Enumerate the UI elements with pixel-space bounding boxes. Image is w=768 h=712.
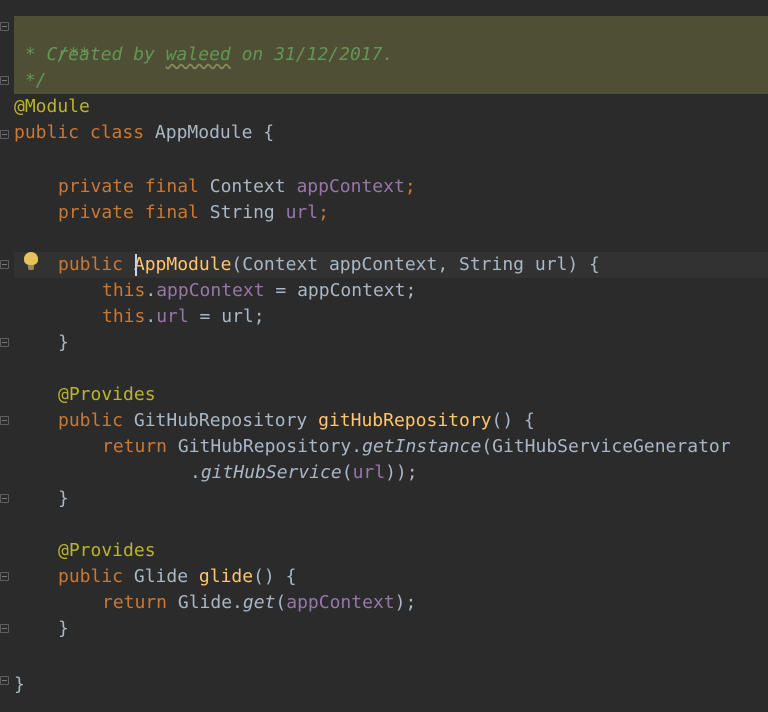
- module-annotation: @Module: [14, 96, 90, 117]
- code-line: return Glide.get(appContext);: [102, 590, 416, 616]
- code-line: }: [58, 486, 69, 512]
- close-brace: }: [58, 488, 69, 509]
- close-brace: }: [58, 332, 69, 353]
- field-name: url: [285, 202, 319, 223]
- provides-annotation: @Provides: [58, 384, 156, 405]
- provides-annotation: @Provides: [58, 540, 156, 561]
- editor-gutter: [0, 0, 12, 712]
- this-keyword: this: [102, 306, 146, 327]
- doc-comment-suffix: on 31/12/2017.: [230, 44, 394, 65]
- fold-marker-icon[interactable]: [0, 624, 9, 633]
- return-object: Glide.: [167, 592, 243, 613]
- open-paren: (: [275, 592, 287, 613]
- code-line: }: [58, 616, 69, 642]
- return-keyword: return: [102, 436, 168, 457]
- static-call: gitHubService: [200, 462, 342, 483]
- code-line: private final String url;: [58, 200, 329, 226]
- assignment: = url;: [188, 306, 265, 327]
- field-type: Context: [198, 176, 297, 197]
- code-line: */: [14, 68, 47, 94]
- method-sig-end: () {: [491, 410, 535, 431]
- code-line: @Provides: [58, 382, 156, 408]
- code-line: }: [14, 672, 25, 698]
- fold-marker-icon[interactable]: [0, 416, 9, 425]
- call-end: );: [394, 592, 417, 613]
- fold-marker-icon[interactable]: [0, 676, 9, 685]
- open-paren: (: [341, 462, 353, 483]
- close-brace: }: [58, 618, 69, 639]
- code-line: public AppModule(Context appContext, Str…: [58, 252, 600, 278]
- field-modifiers: private final: [58, 176, 199, 197]
- semicolon: ;: [404, 176, 416, 197]
- doc-comment-author: waleed: [165, 44, 231, 65]
- code-line: @Module: [14, 94, 90, 120]
- method-modifier: public: [58, 410, 124, 431]
- code-editor[interactable]: /** * Created by waleed on 31/12/2017. *…: [0, 0, 768, 712]
- text-caret: [135, 254, 137, 276]
- field-name: appContext: [296, 176, 405, 197]
- method-sig-end: () {: [253, 566, 297, 587]
- class-open-brace: {: [252, 122, 275, 143]
- call-args: (GitHubServiceGenerator: [481, 436, 731, 457]
- code-line: this.appContext = appContext;: [102, 280, 417, 301]
- this-keyword: this: [102, 280, 146, 301]
- return-type: Glide: [123, 566, 199, 587]
- doc-comment-prefix: * Created by: [14, 44, 166, 65]
- code-line: return GitHubRepository.getInstance(GitH…: [102, 434, 731, 460]
- constructor-params: (Context appContext, String url) {: [231, 254, 600, 275]
- return-type: GitHubRepository: [123, 410, 319, 431]
- class-keywords: public class: [14, 122, 145, 143]
- code-line: private final Context appContext;: [58, 174, 416, 200]
- code-line: public GitHubRepository gitHubRepository…: [58, 408, 535, 434]
- lightbulb-icon[interactable]: [24, 252, 38, 270]
- code-line: public class AppModule {: [14, 120, 274, 146]
- field-type: String: [198, 202, 286, 223]
- fold-marker-icon[interactable]: [0, 260, 9, 269]
- code-line: * Created by waleed on 31/12/2017.: [14, 42, 393, 68]
- return-keyword: return: [102, 592, 168, 613]
- constructor-modifier: public: [58, 254, 124, 275]
- return-object: GitHubRepository.: [167, 436, 363, 457]
- field-ref: url: [352, 462, 386, 483]
- field-ref: url: [156, 306, 189, 327]
- code-line: .gitHubService(url));: [190, 460, 418, 486]
- fold-marker-icon[interactable]: [0, 22, 9, 31]
- field-ref: appContext: [156, 280, 265, 301]
- code-line: /**: [14, 16, 90, 65]
- code-line: this.url = url;: [102, 306, 265, 327]
- method-name: gitHubRepository: [318, 410, 492, 431]
- chain-dot: .: [190, 462, 201, 483]
- fold-marker-icon[interactable]: [0, 76, 9, 85]
- code-line: public Glide glide() {: [58, 564, 296, 590]
- field-ref: appContext: [286, 592, 395, 613]
- code-line: }: [58, 330, 69, 356]
- call-end: ));: [385, 462, 418, 483]
- method-modifier: public: [58, 566, 124, 587]
- fold-marker-icon[interactable]: [0, 130, 9, 139]
- fold-marker-icon[interactable]: [0, 338, 9, 347]
- class-name: AppModule: [154, 122, 253, 143]
- fold-marker-icon[interactable]: [0, 572, 9, 581]
- static-call: get: [242, 592, 276, 613]
- fold-marker-icon[interactable]: [0, 494, 9, 503]
- field-modifiers: private final: [58, 202, 199, 223]
- code-line: @Provides: [58, 538, 156, 564]
- static-call: getInstance: [362, 436, 482, 457]
- semicolon: ;: [318, 202, 329, 223]
- constructor-name: AppModule: [133, 254, 232, 275]
- class-close-brace: }: [14, 674, 25, 695]
- assignment: = appContext;: [264, 280, 417, 301]
- method-name: glide: [198, 566, 254, 587]
- doc-comment-close: */: [14, 70, 47, 91]
